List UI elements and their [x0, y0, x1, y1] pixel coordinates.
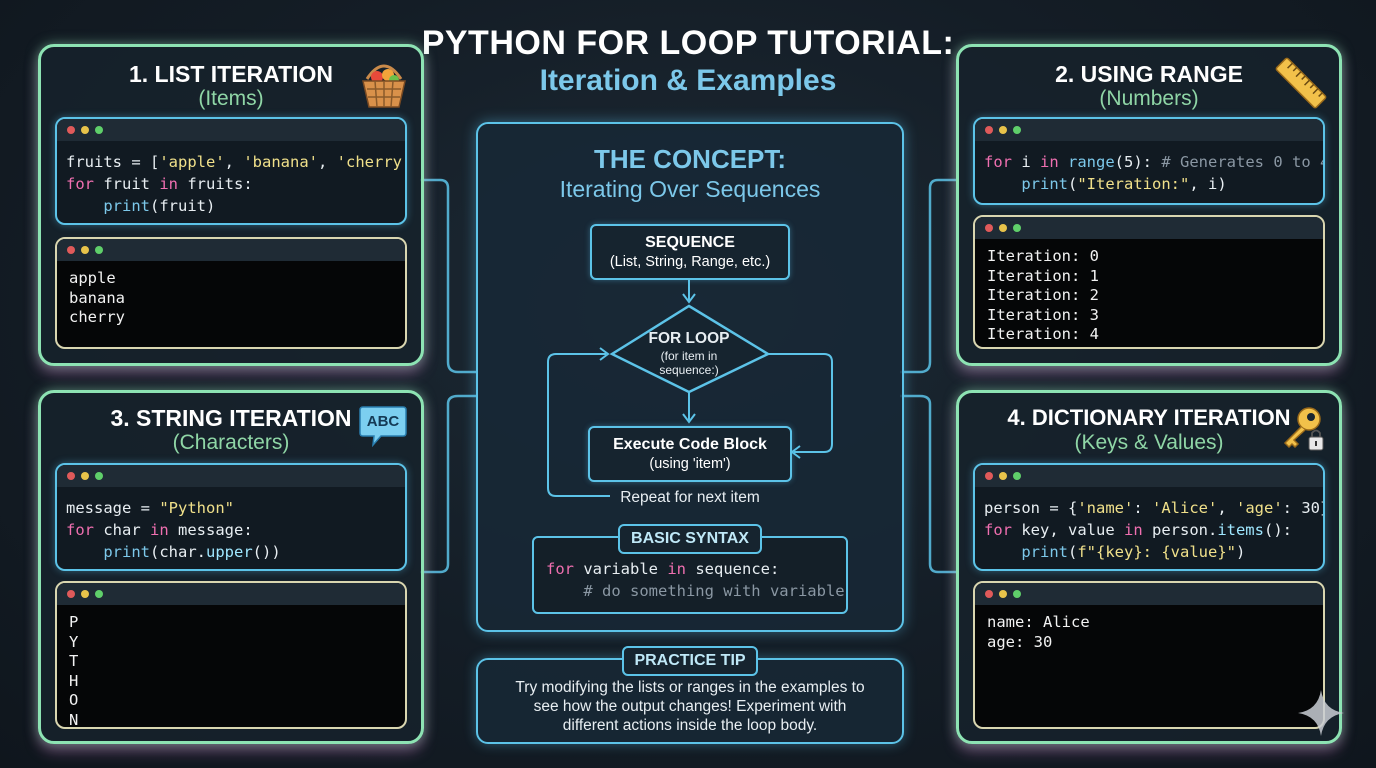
code-block: fruits = ['apple', 'banana', 'cherry'] f…: [55, 117, 407, 225]
using-range-panel: 2. USING RANGE (Numbers) for i in range(…: [956, 44, 1342, 366]
output-line: name: Alice: [987, 613, 1090, 631]
concept-panel: THE CONCEPT: Iterating Over Sequences SE…: [476, 122, 904, 632]
output-line: Y: [69, 632, 79, 651]
list-iteration-panel: 1. LIST ITERATION (Items) fruits = ['app…: [38, 44, 424, 366]
repeat-label: Repeat for next item: [620, 489, 760, 506]
sparkle-icon: [1298, 690, 1344, 736]
output-console: apple banana cherry: [55, 237, 407, 349]
output-line: apple: [69, 269, 116, 287]
fruit-basket-icon: [362, 64, 406, 108]
output-line: H: [69, 671, 79, 690]
output-line: Iteration: 4: [987, 325, 1099, 343]
output-line: Iteration: 2: [987, 286, 1099, 304]
output-console: PYTHON: [55, 581, 407, 729]
dictionary-iteration-panel: 4. DICTIONARY ITERATION (Keys & Values) …: [956, 390, 1342, 744]
output-line: banana: [69, 288, 125, 307]
output-line: P: [69, 613, 79, 631]
close-dot: [67, 126, 75, 134]
window-titlebar: [975, 217, 1323, 239]
output-line: cherry: [69, 308, 125, 326]
window-titlebar: [975, 583, 1323, 605]
output-line: Iteration: 0: [987, 247, 1099, 265]
output-line: T: [69, 652, 79, 670]
window-titlebar: [57, 583, 405, 605]
for-loop-label: FOR LOOP (for item in sequence:): [648, 330, 730, 377]
string-iteration-panel: 3. STRING ITERATION (Characters) ABC mes…: [38, 390, 424, 744]
basic-syntax-tag: BASIC SYNTAX: [618, 524, 762, 554]
execute-block-box: Execute Code Block (using 'item'): [588, 426, 792, 482]
minimize-dot: [81, 126, 89, 134]
abc-speech-bubble-icon: ABC: [359, 405, 407, 447]
window-titlebar: [57, 465, 405, 487]
code-block: message = "Python" for char in message: …: [55, 463, 407, 571]
maximize-dot: [95, 126, 103, 134]
window-titlebar: [57, 119, 405, 141]
window-titlebar: [57, 239, 405, 261]
output-line: O: [69, 691, 79, 709]
code-block: for i in range(5): # Generates 0 to 4 pr…: [973, 117, 1325, 205]
ruler-icon: [1275, 57, 1327, 109]
code-lines: fruits = ['apple', 'banana', 'cherry'] f…: [66, 153, 407, 215]
tip-text: Try modifying the lists or ranges in the…: [515, 679, 865, 734]
window-titlebar: [975, 119, 1323, 141]
key-lock-icon: [1283, 407, 1324, 451]
code-block: person = {'name': 'Alice', 'age': 30} fo…: [973, 463, 1325, 571]
output-line: N: [69, 710, 79, 729]
output-line: Iteration: 3: [987, 305, 1099, 324]
output-line: age: 30: [987, 632, 1053, 651]
practice-tip-tag: PRACTICE TIP: [622, 646, 758, 676]
output-console: name: Alice age: 30: [973, 581, 1325, 729]
output-console: Iteration: 0 Iteration: 1 Iteration: 2 Iter…: [973, 215, 1325, 349]
sequence-box: SEQUENCE (List, String, Range, etc.): [590, 224, 790, 280]
window-titlebar: [975, 465, 1323, 487]
output-line: Iteration: 1: [987, 266, 1099, 285]
